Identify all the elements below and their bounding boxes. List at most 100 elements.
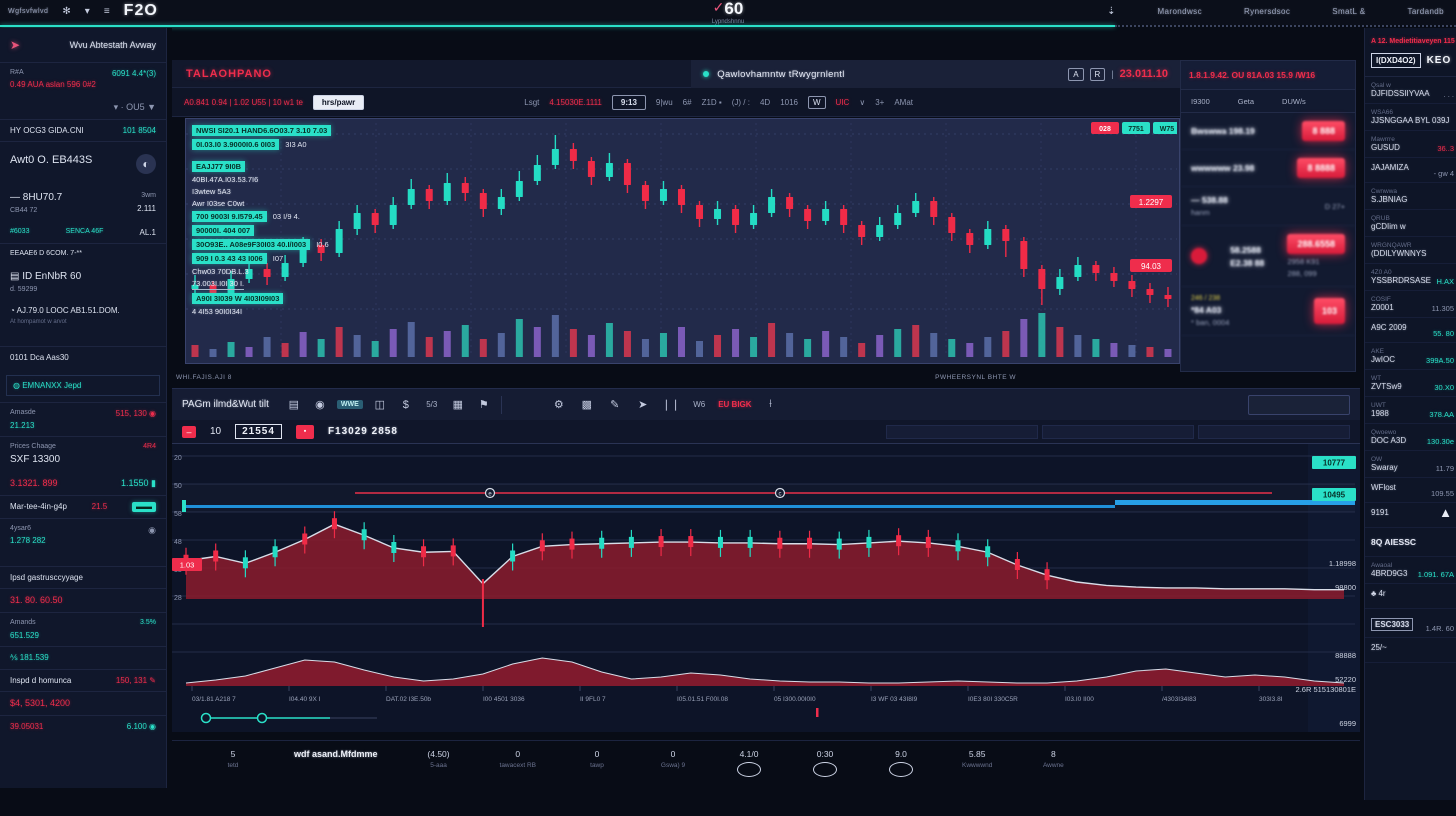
- watchlist-row-11[interactable]: WTZVTSw930.X0: [1365, 370, 1456, 397]
- watchlist-row-12[interactable]: UWT1988378.AA: [1365, 397, 1456, 424]
- header-control-2[interactable]: 9:13: [612, 95, 646, 110]
- main-chart-panel[interactable]: 1.229794.030287751W75 NWSI SI20.1 HAND6.…: [185, 118, 1180, 364]
- bird-logo-icon: ➤: [10, 38, 20, 52]
- watchlist-row-16[interactable]: 9191▲: [1365, 503, 1456, 528]
- y-axis-label: 20: [174, 455, 182, 462]
- volume-bar: [534, 327, 541, 357]
- watchlist-row-19[interactable]: ♣ 4r: [1365, 584, 1456, 609]
- eu-bigk-label[interactable]: EU BIGK: [718, 396, 751, 414]
- candle-body: [804, 209, 811, 221]
- watchlist-row-17[interactable]: 8Q AIESSC: [1365, 528, 1456, 557]
- watchlist-row-4[interactable]: CwnwwaS.JBNIAG: [1365, 183, 1456, 210]
- watchlist-row-2[interactable]: MawrrreGUSUD36..3: [1365, 131, 1456, 158]
- sidebar-row-13[interactable]: 3.1321. 8991.1550 ▮: [0, 472, 166, 495]
- volume-bar: [912, 325, 919, 357]
- watchlist-row-3[interactable]: JAJAMIZA- gw 4: [1365, 158, 1456, 183]
- wwe-badge[interactable]: WWE: [337, 400, 363, 409]
- watchlist-row-20[interactable]: ESC30331.4R. 60: [1365, 609, 1456, 638]
- sidebar-row-9[interactable]: 0101 Dca Aas30: [0, 346, 166, 369]
- sidebar-row-16[interactable]: Ipsd gastrusccyyage: [0, 566, 166, 589]
- watchlist-row-10[interactable]: AKEJwIOC399A.50: [1365, 343, 1456, 370]
- sidebar-row-4[interactable]: — 8HU70.7CB44 723wm2.111: [0, 186, 166, 221]
- sidebar-row-1[interactable]: ▾ · OU5 ▼: [0, 96, 166, 119]
- watchlist-row-9[interactable]: A9C 200955. 80: [1365, 318, 1456, 343]
- watchlist-row-6[interactable]: WRGNQAWR(DDILYWNNYS: [1365, 237, 1456, 264]
- watchlist-go-button[interactable]: KEO: [1427, 55, 1452, 66]
- send-icon[interactable]: ➤: [634, 396, 652, 414]
- oval-icon[interactable]: [737, 762, 761, 777]
- watchlist-row-14[interactable]: OWSwaray11.79: [1365, 451, 1456, 478]
- gear-icon[interactable]: ⚙: [550, 396, 568, 414]
- sidebar-row-6[interactable]: EEAAE6 D 6COM. 7-**: [0, 243, 166, 264]
- grid-icon[interactable]: ▦: [449, 396, 467, 414]
- ratio-label[interactable]: 5/3: [423, 396, 441, 414]
- right-axis-label: 2.6R 515130801E: [1296, 685, 1356, 694]
- sidebar-row-18[interactable]: Amands651.5293.5%: [0, 612, 166, 646]
- nav-item-1[interactable]: Rynersdsoc: [1244, 7, 1290, 16]
- collapse-button[interactable]: –: [182, 426, 196, 438]
- watchlist-row-0[interactable]: Qsal wDJFIDSSIIYVAA. . .: [1365, 77, 1456, 104]
- sidebar-row-20[interactable]: Inspd d homunca150, 131 ✎: [0, 669, 166, 692]
- symbol-label[interactable]: TALAOHPANO: [186, 68, 272, 80]
- watchlist-row-5[interactable]: QRUBgCDIim w: [1365, 210, 1456, 237]
- mode-a-button[interactable]: A: [1068, 68, 1083, 81]
- sidebar-row-19[interactable]: ⅍ 181.539: [0, 646, 166, 669]
- header-control-9[interactable]: W: [808, 96, 826, 109]
- nav-item-3[interactable]: Tardandb: [1407, 7, 1444, 16]
- sidebar-row-5[interactable]: #6033SENCA 46FAL.1: [0, 222, 166, 244]
- nav-item-2[interactable]: SmatL &: [1332, 7, 1365, 16]
- trading-app: Wgfsvfwlvd ✻ ▾ ≡ F2O ✓60 Lypndshnnu ⇣ Ma…: [0, 0, 1456, 816]
- watchlist-row-8[interactable]: COSIFZ000111.305: [1365, 291, 1456, 318]
- pattern-icon[interactable]: ▩: [578, 396, 596, 414]
- sidebar-row-14[interactable]: Mar-tee-4in-g4p21.5▬▬: [0, 495, 166, 518]
- sidebar-row-11[interactable]: Amasde21.213515, 130 ◉: [0, 402, 166, 436]
- watchlist-row-7[interactable]: 4Z0 A0YSSBRDRSASEH.AX: [1365, 264, 1456, 291]
- sidebar-row-10[interactable]: ◍ EMNANXX Jepd: [6, 375, 160, 397]
- sidebar-row-2[interactable]: HY OCG3 GIDA.CNI101 8504: [0, 119, 166, 142]
- order-action-button[interactable]: 8 888: [1302, 121, 1345, 141]
- order-action-button[interactable]: 103: [1314, 298, 1345, 324]
- sidebar-row-17[interactable]: 31. 80. 60.50: [0, 588, 166, 612]
- order-action-button[interactable]: 288.6558: [1287, 234, 1345, 254]
- watchlist-row-15[interactable]: WFlost109.55: [1365, 478, 1456, 503]
- sidebar-row-7[interactable]: ▤ ID EnNbR 60d. 59299: [0, 265, 166, 300]
- camera-icon[interactable]: ◫: [371, 396, 389, 414]
- sidebar-row-22[interactable]: 39.050316.100 ◉: [0, 715, 166, 738]
- mode-r-button[interactable]: R: [1090, 68, 1106, 81]
- pencil-icon[interactable]: ✎: [606, 396, 624, 414]
- nav-item-0[interactable]: Marondwsc: [1157, 7, 1202, 16]
- indicator-id-box[interactable]: 21554: [235, 424, 282, 439]
- w6-label[interactable]: W6: [690, 396, 708, 414]
- antenna-icon[interactable]: ⟊: [762, 396, 780, 414]
- indicator-red-box[interactable]: ▪: [296, 425, 314, 439]
- chevron-down-icon[interactable]: ▾: [85, 6, 90, 17]
- sidebar-row-8[interactable]: ◔ AJ.79.0 LOOC AB1.51.DOM.At hompamot w …: [0, 300, 166, 332]
- timeframe-button[interactable]: hrs/pawr: [313, 95, 364, 110]
- watchlist-row-18[interactable]: Awaoal4BRD9G31.091. 67A: [1365, 557, 1456, 584]
- flag-icon[interactable]: ⚑: [475, 396, 493, 414]
- pause-icon[interactable]: ❘❘: [662, 396, 680, 414]
- watchlist-row-21[interactable]: 25/~: [1365, 638, 1456, 663]
- apps-icon[interactable]: ✻: [62, 6, 70, 17]
- bottom-chart-panel[interactable]: 205058483828ec10777104951.18998988008888…: [172, 444, 1360, 732]
- check-icon: ✓: [713, 0, 725, 15]
- candle-body: [966, 233, 973, 245]
- target-icon[interactable]: ◉: [311, 396, 329, 414]
- oval-icon[interactable]: [889, 762, 913, 777]
- clipboard-icon[interactable]: ▤: [285, 396, 303, 414]
- menu-icon[interactable]: ≡: [104, 6, 110, 17]
- watchlist-row-1[interactable]: WSA66JJSNGGAA BYL 039J: [1365, 104, 1456, 131]
- sidebar-row-21[interactable]: $4, 5301, 4200: [0, 691, 166, 715]
- order-action-button[interactable]: 8 8888: [1297, 158, 1345, 178]
- sidebar-row-0[interactable]: R#A0.49 AUA aslan 596 0#26091 4.4*(3): [0, 63, 166, 96]
- watchlist-row-13[interactable]: QwoewoDOC A3D130.30e: [1365, 424, 1456, 451]
- download-icon[interactable]: ⇣: [1107, 6, 1115, 17]
- sidebar-row-15[interactable]: 4ysar61.278 282◉: [0, 518, 166, 552]
- sidebar-row-12[interactable]: Prices ChaageSXF 133004R4: [0, 436, 166, 472]
- oval-icon[interactable]: [813, 762, 837, 777]
- sidebar-row-3[interactable]: Awt0 O. EB443S◐: [0, 141, 166, 186]
- text-cell: ⅍ 181.539: [10, 653, 49, 663]
- dollar-icon[interactable]: $: [397, 396, 415, 414]
- toolbar-search-input[interactable]: [1248, 395, 1350, 415]
- watchlist-search-input[interactable]: I(DXD4O2): [1371, 53, 1421, 68]
